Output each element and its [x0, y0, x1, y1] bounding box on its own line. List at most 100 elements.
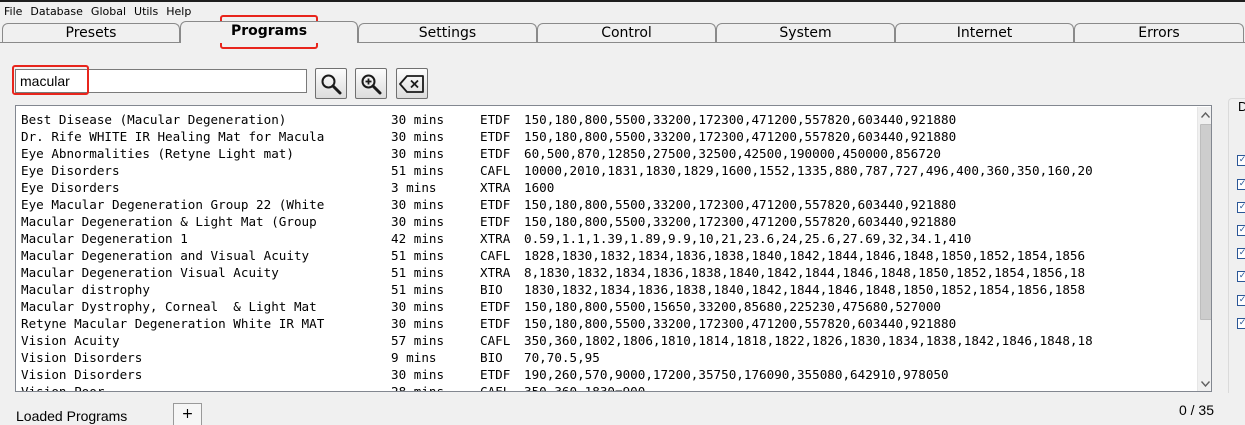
tab-system[interactable]: System	[716, 23, 895, 42]
loaded-programs-label: Loaded Programs	[16, 408, 128, 424]
program-duration: 42 mins	[391, 231, 445, 246]
menu-global[interactable]: Global	[87, 3, 130, 20]
program-row[interactable]: Vision Disorders 30 mins ETDF 190,260,570,9…	[21, 366, 1191, 383]
program-row[interactable]: Macular Degeneration and Visual Acuity 51…	[21, 247, 1191, 264]
program-frequencies: 150,180,800,5500,33200,172300,471200,557…	[524, 197, 957, 212]
programs-list[interactable]: Best Disease (Macular Degeneration) 30 mi…	[15, 105, 1212, 392]
program-duration: 51 mins	[391, 282, 445, 297]
vertical-scrollbar[interactable]	[1197, 107, 1211, 391]
program-row[interactable]: Eye Abnormalities (Retyne Light mat) 30 m…	[21, 145, 1191, 162]
program-duration: 28 mins	[391, 383, 480, 391]
program-type: ETDF	[480, 367, 511, 382]
menu-file[interactable]: File	[0, 3, 26, 20]
program-type: XTRA	[480, 265, 511, 280]
add-program-button[interactable]: +	[173, 403, 202, 425]
program-duration: 30 mins	[391, 316, 445, 331]
menu-database[interactable]: Database	[26, 3, 87, 20]
program-frequencies: 1830,1832,1834,1836,1838,1840,1842,1844,…	[524, 282, 1086, 297]
program-name: Eye Disorders	[21, 180, 120, 195]
scroll-thumb[interactable]	[1200, 124, 1211, 320]
option-checkbox[interactable]: ✓	[1237, 248, 1245, 259]
program-row[interactable]: Dr. Rife WHITE IR Healing Mat for Macula…	[21, 128, 1191, 145]
tab-settings[interactable]: Settings	[358, 23, 537, 42]
program-frequencies: 150,180,800,5500,33200,172300,471200,557…	[524, 112, 957, 127]
program-type: ETDF	[480, 197, 511, 212]
program-name: Eye Disorders	[21, 163, 120, 178]
program-row[interactable]: Macular distrophy 51 mins BIO 1830,1832,183…	[21, 281, 1191, 298]
search-button[interactable]	[315, 68, 347, 99]
program-row[interactable]: Macular Degeneration 1 42 mins XTRA 0.59,1.…	[21, 230, 1191, 247]
program-name: Eye Macular Degeneration Group 22 (White	[21, 197, 325, 212]
search-input[interactable]	[15, 69, 307, 93]
program-frequencies: 350,360,1830=900	[524, 383, 1189, 391]
program-name: Vision Disorders	[21, 367, 143, 382]
program-frequencies: 150,180,800,5500,33200,172300,471200,557…	[524, 214, 957, 229]
program-row[interactable]: Vision Disorders 9 mins BIO 70,70.5,95	[21, 349, 1191, 366]
tab-programs[interactable]: Programs	[180, 21, 358, 43]
program-duration: 3 mins	[391, 180, 437, 195]
option-checkbox[interactable]: ✓	[1237, 295, 1245, 306]
program-type: ETDF	[480, 299, 511, 314]
option-checkbox[interactable]: ✓	[1237, 225, 1245, 236]
program-row[interactable]: Eye Disorders 51 mins CAFL 10000,2010,1831,…	[21, 162, 1191, 179]
program-row[interactable]: Vision Acuity 57 mins CAFL 350,360,1802,180…	[21, 332, 1191, 349]
zoom-in-icon	[361, 74, 382, 94]
backspace-clear-icon	[399, 74, 424, 93]
program-name: Vision Acuity	[21, 333, 120, 348]
program-name: Eye Abnormalities (Retyne Light mat)	[21, 146, 294, 161]
program-row[interactable]: Best Disease (Macular Degeneration) 30 mi…	[21, 111, 1191, 128]
option-checkbox[interactable]: ✓	[1237, 155, 1245, 166]
program-frequencies: 10000,2010,1831,1830,1829,1600,1552,1335…	[524, 163, 1093, 178]
program-duration: 30 mins	[391, 146, 445, 161]
program-frequencies: 70,70.5,95	[524, 350, 600, 365]
program-type: ETDF	[480, 129, 511, 144]
program-duration: 30 mins	[391, 112, 445, 127]
scroll-down-arrow[interactable]	[1198, 376, 1211, 391]
program-count: 0 / 35	[1178, 402, 1214, 418]
program-row[interactable]: Eye Disorders 3 mins XTRA 1600	[21, 179, 1191, 196]
program-type: XTRA	[480, 180, 511, 195]
program-name: Dr. Rife WHITE IR Healing Mat for Macula	[21, 129, 325, 144]
option-checkbox[interactable]: ✓	[1237, 271, 1245, 282]
program-type: ETDF	[480, 146, 511, 161]
tab-control[interactable]: Control	[537, 23, 716, 42]
program-name: Macular Degeneration 1	[21, 231, 188, 246]
program-frequencies: 150,180,800,5500,15650,33200,85680,22523…	[524, 299, 942, 314]
clear-search-button[interactable]	[396, 68, 428, 99]
menu-utils[interactable]: Utils	[130, 3, 162, 20]
program-duration: 30 mins	[391, 367, 445, 382]
program-type: ETDF	[480, 214, 511, 229]
tab-internet[interactable]: Internet	[895, 23, 1074, 42]
program-row[interactable]: Retyne Macular Degeneration White IR MAT…	[21, 315, 1191, 332]
right-options-panel: D ✓ ✓ ✓ ✓ ✓ ✓ ✓ ✓	[1228, 98, 1245, 393]
tab-presets[interactable]: Presets	[2, 23, 180, 42]
program-frequencies: 350,360,1802,1806,1810,1814,1818,1822,18…	[524, 333, 1093, 348]
program-row[interactable]: Macular Dystrophy, Corneal & Light Mat 30…	[21, 298, 1191, 315]
program-row[interactable]: Macular Degeneration Visual Acuity 51 min…	[21, 264, 1191, 281]
scroll-up-arrow[interactable]	[1198, 107, 1211, 122]
program-name: Vision Disorders	[21, 350, 143, 365]
zoom-button[interactable]	[355, 68, 387, 99]
program-row[interactable]: Macular Degeneration & Light Mat (Group 3…	[21, 213, 1191, 230]
program-duration: 57 mins	[391, 333, 445, 348]
tab-errors[interactable]: Errors	[1074, 23, 1244, 42]
program-duration: 9 mins	[391, 350, 437, 365]
program-type: CAFL	[480, 163, 511, 178]
program-row[interactable]: Eye Macular Degeneration Group 22 (White…	[21, 196, 1191, 213]
program-type: ETDF	[480, 316, 511, 331]
program-duration: 30 mins	[391, 299, 445, 314]
program-duration: 51 mins	[391, 248, 445, 263]
option-checkbox[interactable]: ✓	[1237, 318, 1245, 329]
option-checkbox[interactable]: ✓	[1237, 179, 1245, 190]
program-type: CAFL	[480, 333, 511, 348]
program-row[interactable]: Vision Poor28 minsCAFL350,360,1830=900	[21, 383, 1191, 391]
program-name: Macular Degeneration & Light Mat (Group	[21, 214, 317, 229]
program-frequencies: 8,1830,1832,1834,1836,1838,1840,1842,184…	[524, 265, 1086, 280]
program-duration: 51 mins	[391, 265, 445, 280]
program-type: ETDF	[480, 112, 511, 127]
program-name: Macular Degeneration Visual Acuity	[21, 265, 279, 280]
program-frequencies: 60,500,870,12850,27500,32500,42500,19000…	[524, 146, 942, 161]
option-checkbox[interactable]: ✓	[1237, 202, 1245, 213]
program-name: Best Disease (Macular Degeneration)	[21, 112, 287, 127]
menu-help[interactable]: Help	[162, 3, 195, 20]
